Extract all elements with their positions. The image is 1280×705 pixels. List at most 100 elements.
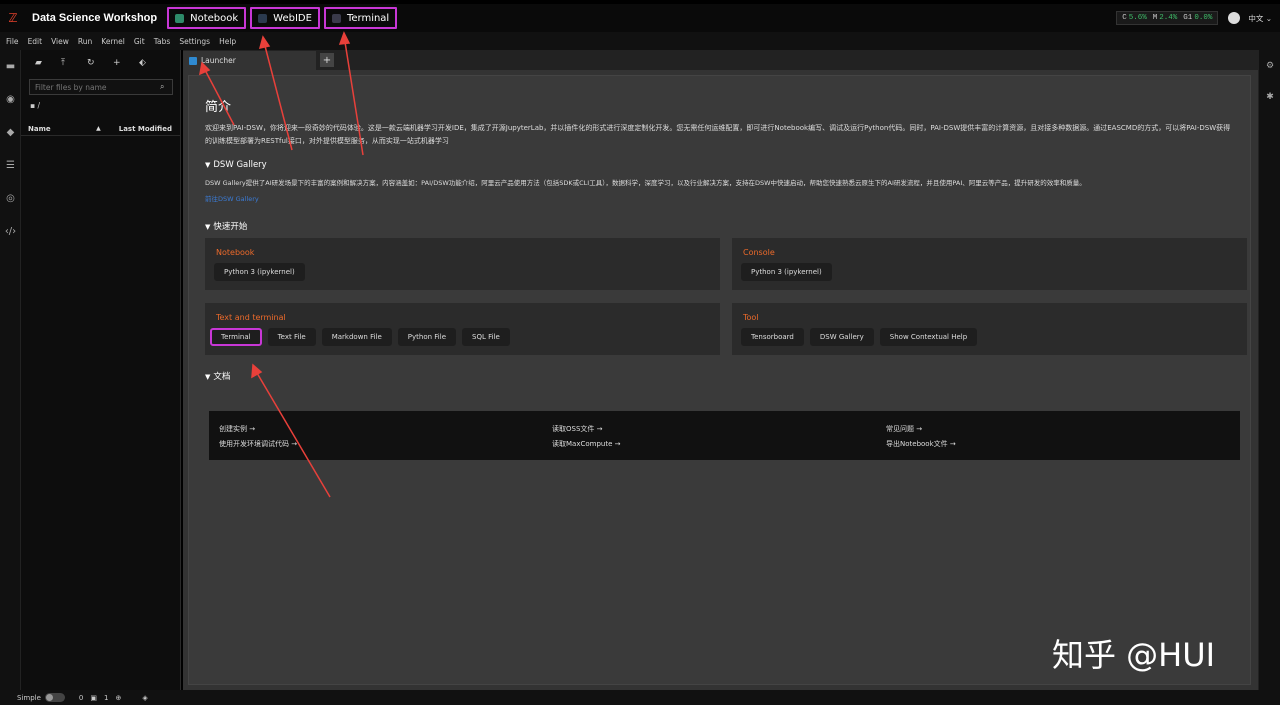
quickstart-section-title[interactable]: ▼ 快速开始 [205, 220, 247, 232]
menu-view[interactable]: View [51, 37, 69, 46]
doc-link-export-notebook[interactable]: 导出Notebook文件 → [886, 439, 956, 449]
code-icon [258, 13, 268, 23]
file-toolbar: ▰ ⤒ ↻ + ⬖ [21, 50, 180, 75]
column-name[interactable]: Name [28, 125, 96, 133]
intro-text: 欢迎来到PAI-DSW，你将迎来一段奇妙的代码体验。这是一款云端机器学习开发ID… [205, 124, 1231, 145]
simple-mode-toggle[interactable] [44, 693, 65, 702]
git-status-icon[interactable]: ◈ [142, 694, 147, 702]
card-text-terminal: Text and terminal Terminal Text File Mar… [205, 303, 720, 355]
terminal-icon [331, 13, 341, 23]
notebook-python3-button[interactable]: Python 3 (ipykernel) [214, 263, 305, 281]
sort-up-icon: ▲ [96, 125, 101, 132]
menu-file[interactable]: File [6, 37, 19, 46]
main-area: Launcher + 简介 欢迎来到PAI-DSW，你将迎来一段奇妙的代码体验。… [183, 50, 1258, 690]
menu-help[interactable]: Help [219, 37, 236, 46]
status-bar: Simple 0 ▣ 1 ⊕ ◈ [0, 690, 1280, 705]
text-file-button[interactable]: Text File [267, 328, 316, 346]
gpu-label: G1 [1183, 14, 1193, 22]
cpu-label: C [1122, 14, 1127, 22]
file-search: ⌕ [29, 79, 173, 95]
breadcrumb-path: / [37, 101, 40, 110]
new-folder-icon[interactable]: ▰ [35, 58, 61, 68]
code-snippet-icon[interactable]: ‹/› [0, 215, 21, 248]
kernel-status-icon[interactable]: ⊕ [115, 694, 121, 702]
new-launcher-button[interactable]: + [320, 53, 334, 67]
top-bar: ℤ Data Science Workshop Notebook WebIDE … [0, 4, 1280, 32]
avatar[interactable] [1228, 12, 1241, 24]
tab-notebook-label: Notebook [190, 12, 239, 24]
quickstart-title: 快速开始 [213, 222, 248, 232]
tab-webide[interactable]: WebIDE [250, 7, 320, 29]
menu-tabs[interactable]: Tabs [154, 37, 171, 46]
markdown-file-button[interactable]: Markdown File [321, 328, 392, 346]
app-title: Data Science Workshop [32, 12, 158, 24]
menu-run[interactable]: Run [78, 37, 92, 46]
gallery-section-title[interactable]: ▼ DSW Gallery [205, 160, 267, 170]
file-search-input[interactable] [35, 82, 160, 92]
launcher-icon [189, 56, 197, 65]
sql-file-button[interactable]: SQL File [462, 328, 510, 346]
file-browser: ▰ ⤒ ↻ + ⬖ ⌕ ▪ / Name ▲ Last Modified [21, 50, 181, 690]
resource-monitor[interactable]: C 5.6% M 2.4% G1 0.0% [1116, 11, 1219, 25]
mem-value: 2.4% [1159, 14, 1178, 22]
running-icon[interactable]: ◉ [0, 83, 21, 116]
folder-icon[interactable]: ▬ [0, 50, 21, 83]
gallery-link[interactable]: 前往DSW Gallery [205, 193, 259, 203]
upload-icon[interactable]: ⤒ [61, 58, 87, 68]
status-count-b: 1 [104, 693, 109, 702]
git-icon[interactable]: ◆ [0, 116, 21, 149]
docs-section-title[interactable]: ▼ 文档 [205, 370, 230, 382]
column-last-modified[interactable]: Last Modified [119, 125, 172, 133]
search-icon: ⌕ [160, 82, 165, 91]
menu-kernel[interactable]: Kernel [101, 37, 125, 46]
debugger-icon[interactable]: ✱ [1259, 81, 1280, 112]
language-switch[interactable]: 中文 ⌄ [1248, 13, 1272, 24]
add-icon[interactable]: + [113, 58, 139, 68]
gallery-title: DSW Gallery [213, 160, 267, 170]
tab-terminal-label: Terminal [346, 12, 390, 24]
cpu-value: 5.6% [1128, 14, 1147, 22]
dsw-gallery-button[interactable]: DSW Gallery [809, 328, 874, 346]
doc-link-read-oss[interactable]: 读取OSS文件 → [552, 424, 603, 434]
gpu-value: 0.0% [1194, 14, 1213, 22]
watermark: 知乎 @HUI [1052, 636, 1216, 674]
card-console: Console Python 3 (ipykernel) [732, 238, 1247, 290]
jobs-icon[interactable]: ◎ [0, 182, 21, 215]
menu-bar: File Edit View Run Kernel Git Tabs Setti… [0, 32, 1280, 50]
tab-launcher-label: Launcher [201, 56, 236, 65]
doc-link-create-instance[interactable]: 创建实例 → [219, 424, 255, 434]
git-clone-icon[interactable]: ⬖ [139, 58, 165, 68]
file-list-header: Name ▲ Last Modified [21, 122, 180, 136]
doc-link-read-maxcompute[interactable]: 读取MaxCompute → [552, 439, 620, 449]
tab-terminal[interactable]: Terminal [323, 7, 398, 29]
status-count-a: 0 [78, 693, 84, 702]
contextual-help-button[interactable]: Show Contextual Help [879, 328, 978, 346]
intro-title: 简介 [205, 100, 232, 115]
docs-title: 文档 [213, 372, 231, 382]
refresh-icon[interactable]: ↻ [87, 58, 113, 68]
tab-launcher[interactable]: Launcher [183, 51, 316, 70]
menu-edit[interactable]: Edit [28, 37, 43, 46]
menu-settings[interactable]: Settings [179, 37, 210, 46]
tensorboard-button[interactable]: Tensorboard [741, 328, 804, 346]
document-tabs: Launcher + [183, 50, 1258, 70]
terminal-status-icon[interactable]: ▣ [90, 694, 97, 702]
terminal-button[interactable]: Terminal [210, 328, 262, 346]
breadcrumb[interactable]: ▪ / [30, 101, 180, 110]
tab-webide-label: WebIDE [273, 12, 312, 24]
launcher-panel: 简介 欢迎来到PAI-DSW，你将迎来一段奇妙的代码体验。这是一款云端机器学习开… [188, 75, 1251, 685]
property-inspector-icon[interactable]: ⚙ [1259, 50, 1280, 81]
tab-notebook[interactable]: Notebook [167, 7, 247, 29]
console-python3-button[interactable]: Python 3 (ipykernel) [741, 263, 832, 281]
left-activity-bar: ▬ ◉ ◆ ☰ ◎ ‹/› [0, 50, 21, 690]
menu-git[interactable]: Git [134, 37, 145, 46]
card-tool-title: Tool [743, 313, 759, 322]
right-sidebar: ⚙ ✱ [1258, 50, 1280, 690]
toc-icon[interactable]: ☰ [0, 149, 21, 182]
python-file-button[interactable]: Python File [397, 328, 456, 346]
doc-link-faq[interactable]: 常见问题 → [886, 424, 922, 434]
notebook-icon [175, 13, 185, 23]
card-text-terminal-title: Text and terminal [216, 313, 286, 322]
simple-mode-label: Simple [17, 693, 41, 702]
doc-link-debug-code[interactable]: 使用开发环境调试代码 → [219, 439, 297, 449]
